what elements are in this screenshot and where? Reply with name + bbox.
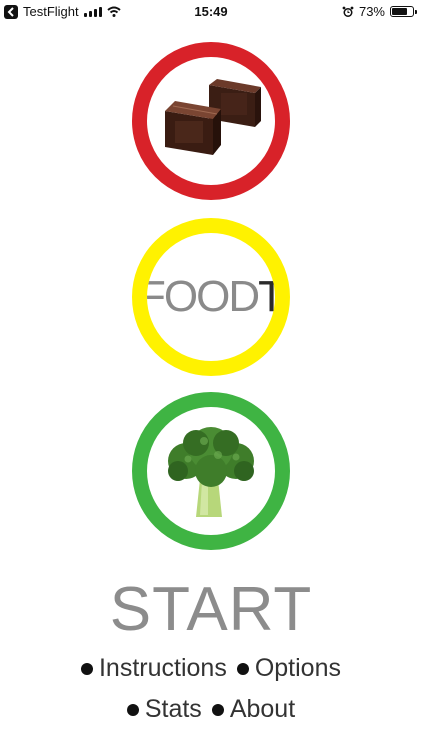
status-right: 73% — [342, 4, 417, 19]
menu-row-primary: Instructions Options — [0, 654, 422, 683]
options-label: Options — [254, 654, 341, 682]
bullet-icon — [80, 662, 93, 675]
bullet-icon — [236, 662, 249, 675]
chocolate-image — [165, 79, 261, 155]
broccoli-image — [168, 427, 254, 517]
status-bar: TestFlight 15:49 73% — [0, 0, 422, 24]
red-light-circle — [132, 42, 290, 200]
alarm-icon — [342, 6, 354, 18]
options-link[interactable]: Options — [236, 654, 341, 683]
start-button[interactable]: START — [0, 574, 422, 645]
stats-label: Stats — [144, 695, 202, 723]
menu-row-secondary: Stats About — [0, 695, 422, 724]
stats-link[interactable]: Stats — [126, 695, 202, 724]
about-label: About — [229, 695, 296, 723]
logo-text-accent: T — [258, 272, 283, 321]
battery-icon — [390, 6, 417, 17]
bullet-icon — [211, 703, 224, 716]
instructions-label: Instructions — [98, 654, 227, 682]
green-light-circle — [132, 392, 290, 550]
battery-percent: 73% — [358, 4, 385, 19]
battery-fill — [392, 8, 407, 15]
about-link[interactable]: About — [211, 695, 296, 724]
instructions-link[interactable]: Instructions — [80, 654, 227, 683]
bullet-icon — [126, 703, 139, 716]
yellow-light-circle: FOODT — [132, 218, 290, 376]
app-logo: FOODT — [139, 272, 283, 321]
logo-text-main: FOOD — [139, 272, 260, 321]
